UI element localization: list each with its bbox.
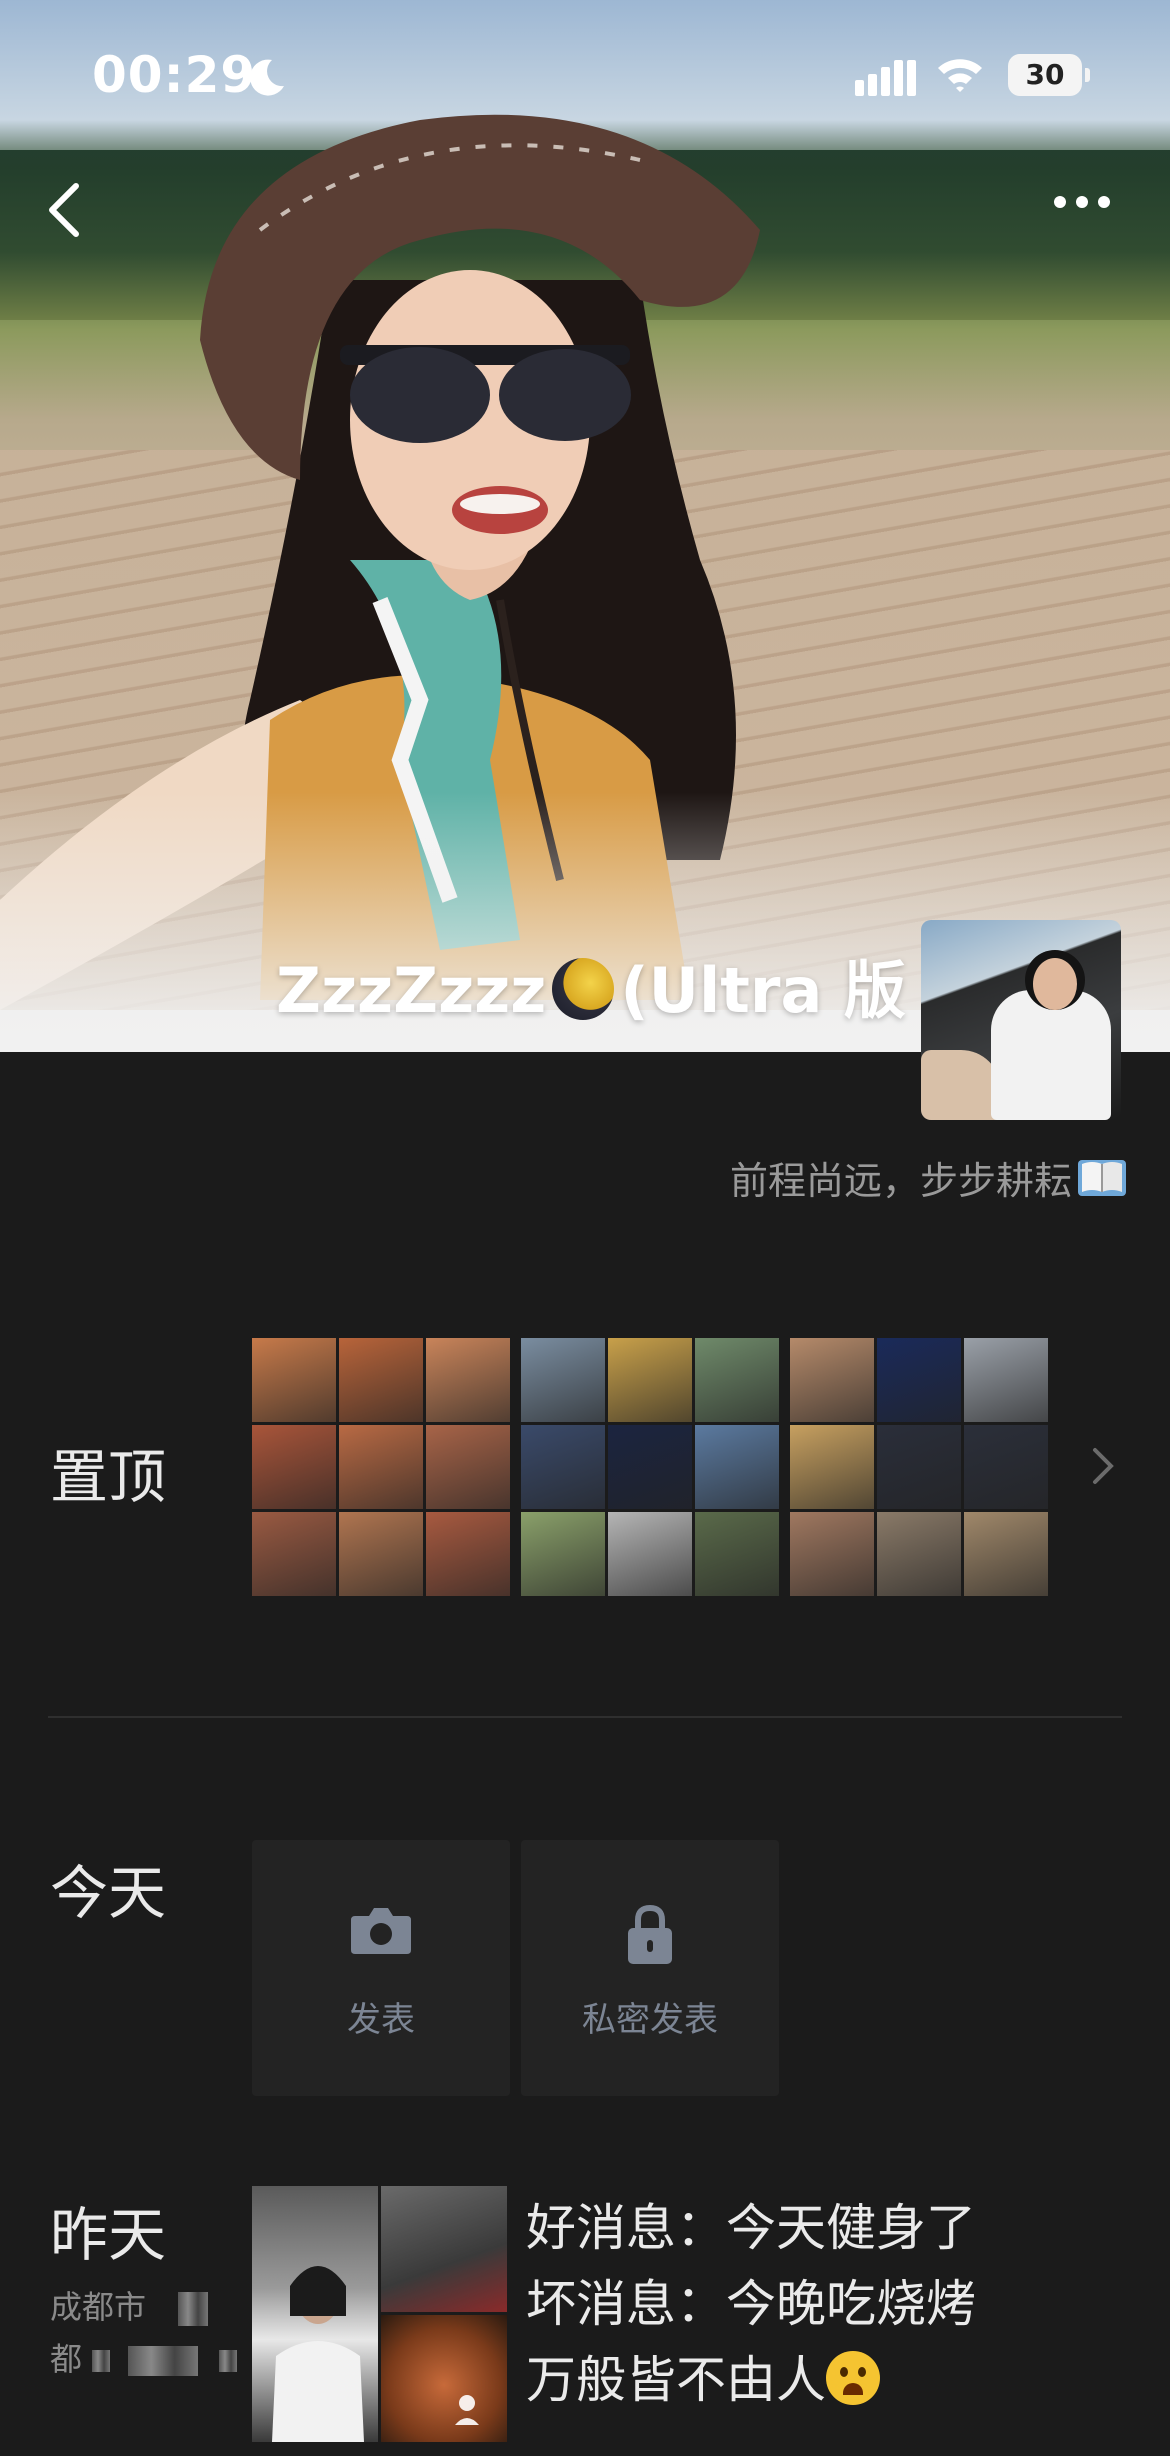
album-thumbnail [339,1512,423,1596]
camera-icon [351,1908,411,1954]
avatar[interactable] [921,920,1121,1120]
wifi-icon [938,59,982,92]
pixelated-block [92,2350,111,2372]
private-post-button[interactable]: 私密发表 [521,1840,779,2096]
lock-icon [628,1904,672,1964]
post-photo-2[interactable] [381,2186,507,2312]
person-icon [455,2395,479,2425]
divider [48,1716,1122,1718]
gym-selfie-illustration [272,2266,364,2442]
album-thumbnail [964,1338,1048,1422]
album-thumbnail [608,1425,692,1509]
cellular-signal-icon [855,60,916,96]
profile-motto: 前程尚远，步步耕耘 [730,1150,1128,1205]
album-thumbnail [964,1512,1048,1596]
today-label: 今天 [50,1859,167,1927]
pixelated-block [128,2346,199,2376]
battery-indicator: 30 [1008,54,1090,96]
location-line-1: 成都市 [50,2282,209,2328]
album-thumbnail [877,1512,961,1596]
post-text-line-3-text: 万般皆不由人 [526,2351,826,2409]
yesterday-label: 昨天 [50,2201,167,2269]
chevron-right-icon[interactable] [1090,1446,1116,1486]
crying-emoji-icon [826,2351,880,2405]
album-thumbnail [877,1425,961,1509]
location-text-2: 都 [50,2340,83,2378]
album-thumbnail [608,1512,692,1596]
album-thumbnail [695,1425,779,1509]
moon-icon [250,59,284,96]
profile-name-suffix: (Ultra 版 [620,954,906,1027]
album-thumbnail [521,1338,605,1422]
album-thumbnail [339,1425,423,1509]
book-icon [1078,1160,1126,1196]
post-text-line-3: 万般皆不由人 [526,2340,880,2412]
private-post-button-label: 私密发表 [582,2000,718,2040]
status-bar: 00:29 30 [0,0,1170,160]
album-thumbnail [695,1338,779,1422]
back-chevron-icon[interactable] [44,180,84,240]
album-thumbnail [252,1338,336,1422]
album-thumbnail [877,1338,961,1422]
album-thumbnail [521,1425,605,1509]
post-button[interactable]: 发表 [252,1840,510,2096]
pinned-album-1[interactable] [252,1338,510,1596]
cover-photo[interactable]: 00:29 30 ZzzZzzz (Ultra 版 [0,0,1170,1052]
album-thumbnail [426,1512,510,1596]
profile-name-prefix: ZzzZzzz [276,954,547,1027]
album-thumbnail [426,1338,510,1422]
album-thumbnail [426,1425,510,1509]
album-thumbnail [695,1512,779,1596]
album-thumbnail [608,1338,692,1422]
pinned-album-2[interactable] [521,1338,779,1596]
album-thumbnail [790,1425,874,1509]
pixelated-block [178,2292,209,2326]
pinned-label: 置顶 [50,1443,167,1511]
post-button-label: 发表 [347,2000,415,2040]
album-thumbnail [339,1338,423,1422]
album-thumbnail [252,1425,336,1509]
post-text-line-2: 坏消息：今晚吃烧烤 [526,2275,976,2333]
album-thumbnail [964,1425,1048,1509]
post-text-line-1: 好消息：今天健身了 [526,2199,976,2257]
pixelated-block [218,2350,237,2372]
album-thumbnail [252,1512,336,1596]
post-photo-1[interactable] [252,2186,378,2442]
status-time: 00:29 [92,46,257,104]
location-text-1: 成都市 [50,2288,147,2326]
album-thumbnail [790,1512,874,1596]
motto-text: 前程尚远，步步耕耘 [729,1159,1072,1203]
moon-emoji-icon [552,958,615,1020]
album-thumbnail [521,1512,605,1596]
pinned-album-3[interactable] [790,1338,1048,1596]
album-thumbnail [790,1338,874,1422]
post-photo-3[interactable] [381,2315,507,2442]
profile-name: ZzzZzzz (Ultra 版 [276,940,906,1030]
more-dots-icon[interactable] [1052,192,1112,212]
location-line-2: 都 [50,2334,237,2380]
